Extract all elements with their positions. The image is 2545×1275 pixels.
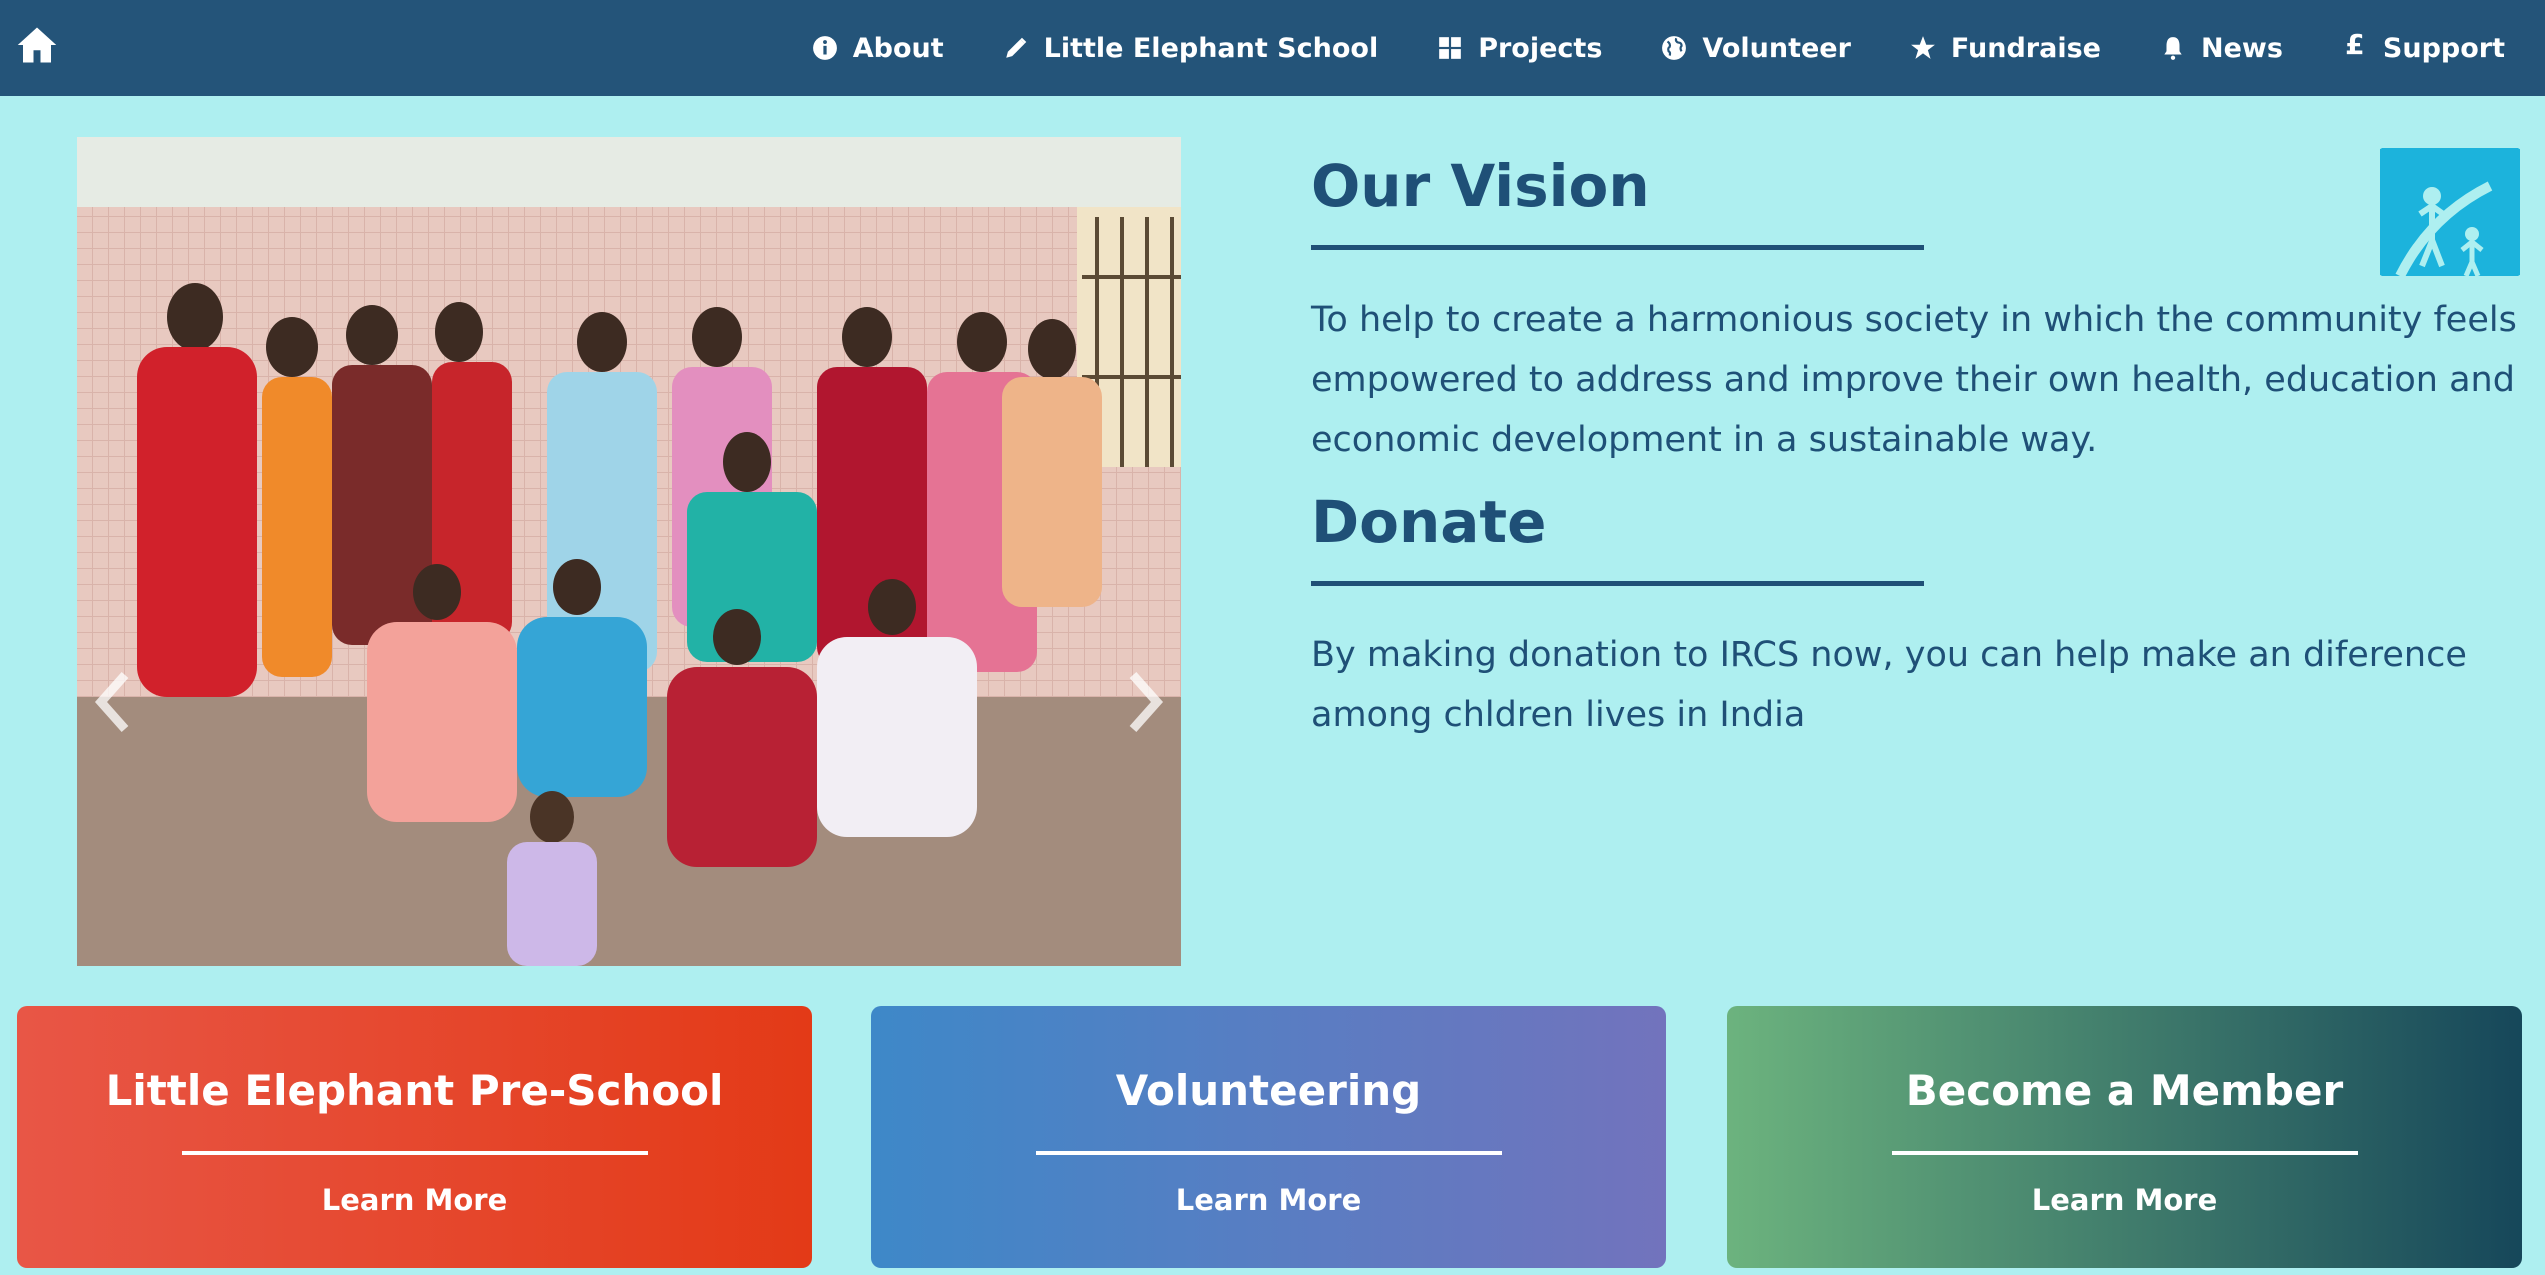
vision-section: Our Vision — [1311, 157, 1924, 250]
info-icon — [811, 34, 839, 62]
card-little-elephant-pre-school[interactable]: Little Elephant Pre-School Learn More — [17, 1006, 812, 1268]
pencil-icon — [1002, 34, 1030, 62]
star-icon — [1909, 34, 1937, 62]
top-navbar: About Little Elephant School Projects Vo… — [0, 0, 2545, 96]
vision-divider — [1311, 245, 1924, 250]
chevron-right-icon — [1129, 672, 1164, 732]
learn-more-link[interactable]: Learn More — [1727, 1183, 2522, 1217]
card-volunteering[interactable]: Volunteering Learn More — [871, 1006, 1666, 1268]
card-title: Little Elephant Pre-School — [105, 1066, 724, 1115]
group-photo — [77, 137, 1181, 966]
nav-item-volunteer[interactable]: Volunteer — [1660, 33, 1851, 64]
learn-more-link[interactable]: Learn More — [871, 1183, 1666, 1217]
nav-item-label: News — [2200, 32, 2283, 64]
donate-heading: Donate — [1311, 488, 1547, 556]
card-title: Become a Member — [1905, 1066, 2344, 1115]
image-carousel[interactable] — [77, 137, 1181, 966]
nav-item-label: Support — [2382, 32, 2505, 64]
home-icon[interactable] — [16, 24, 58, 68]
nav-item-fundraise[interactable]: Fundraise — [1909, 33, 2101, 64]
nav-item-label: Little Elephant School — [1043, 32, 1379, 64]
card-divider — [1891, 1151, 2358, 1155]
nav-item-label: Volunteer — [1702, 32, 1851, 64]
organization-logo — [2343, 139, 2545, 279]
pound-icon: £ — [2345, 27, 2365, 61]
nav-item-about[interactable]: About — [811, 33, 944, 64]
nav-menu: About Little Elephant School Projects Vo… — [753, 0, 2505, 96]
nav-item-support[interactable]: £ Support — [2341, 27, 2505, 64]
donate-section: Donate — [1311, 493, 1924, 586]
carousel-prev-button[interactable] — [91, 657, 135, 747]
donate-divider — [1311, 581, 1924, 586]
vision-heading: Our Vision — [1311, 152, 1650, 220]
card-title: Volunteering — [1115, 1066, 1422, 1115]
grid-icon — [1436, 34, 1464, 62]
nav-item-label: Projects — [1478, 32, 1603, 64]
card-divider — [1035, 1151, 1502, 1155]
donate-text: By making donation to IRCS now, you can … — [1311, 635, 2467, 735]
nav-item-little-elephant-school[interactable]: Little Elephant School — [1002, 32, 1379, 64]
nav-item-news[interactable]: News — [2159, 33, 2283, 64]
globe-icon — [1660, 34, 1688, 62]
nav-item-projects[interactable]: Projects — [1436, 33, 1602, 64]
nav-item-label: About — [852, 32, 944, 64]
bell-icon — [2159, 34, 2187, 62]
card-become-a-member[interactable]: Become a Member Learn More — [1727, 1006, 2522, 1268]
carousel-next-button[interactable] — [1123, 657, 1167, 747]
vision-text: To help to create a harmonious society i… — [1311, 300, 2517, 460]
nav-item-label: Fundraise — [1950, 32, 2101, 64]
chevron-left-icon — [94, 672, 129, 732]
card-divider — [181, 1151, 648, 1155]
learn-more-link[interactable]: Learn More — [17, 1183, 812, 1217]
